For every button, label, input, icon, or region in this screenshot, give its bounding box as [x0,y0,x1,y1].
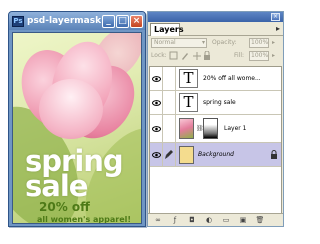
adjustment-layer-icon[interactable]: ◐ [203,215,215,225]
eye-icon [151,151,161,158]
visibility-toggle[interactable] [150,115,163,142]
text-layer-thumbnail: T [179,93,198,112]
lock-label: Lock: [151,52,167,59]
layer-name[interactable]: spring sale [203,91,236,115]
layer-name[interactable]: Background [198,143,234,167]
layer-link-slot[interactable] [163,91,176,114]
blend-options-row: Normal ▾ Opacity: 100% ▸ [148,36,283,49]
visibility-toggle[interactable] [150,67,163,90]
artwork-subline: all women's apparel! [37,215,132,224]
lock-fill-row: Lock: Fill: 100% ▸ [148,49,283,62]
document-window: Ps psd-layermask... _ □ × spring sale 20… [8,11,146,227]
brush-icon[interactable] [163,143,176,166]
trash-icon[interactable]: 🗑 [254,215,266,225]
layer-row-layer-1[interactable]: ⛓ Layer 1 [150,115,281,143]
lock-options-icons[interactable] [169,51,211,61]
artwork-offer: 20% off [39,200,90,214]
layers-panel: × Layers ▸ Normal ▾ Opacity: 100% ▸ Lock… [147,11,284,227]
add-mask-icon[interactable]: ◘ [186,215,198,225]
layer-style-icon[interactable]: ƒ [169,215,181,225]
document-canvas[interactable]: spring sale 20% off all women's apparel! [12,32,142,224]
blend-mode-value: Normal [154,39,176,46]
layer-row-background[interactable]: Background [150,143,281,167]
layer-image-thumbnail[interactable] [179,118,194,139]
layer-name[interactable]: Layer 1 [224,115,246,143]
tab-layers[interactable]: Layers [150,23,184,36]
layer-name[interactable]: 20% off all wome... [203,67,261,91]
layer-row-text-spring-sale[interactable]: T spring sale [150,91,281,115]
fill-slider-arrow-icon[interactable]: ▸ [272,51,275,60]
document-title-bar[interactable]: Ps psd-layermask... _ □ × [9,12,145,30]
photoshop-app-icon: Ps [12,15,24,27]
chevron-down-icon: ▾ [201,39,205,46]
close-button[interactable]: × [130,14,143,28]
panel-close-button[interactable]: × [271,13,280,21]
panel-title-bar[interactable]: × [148,12,283,22]
layers-list: T 20% off all wome... T spring sale ⛓ La… [149,66,282,214]
new-layer-icon[interactable]: ▣ [237,215,249,225]
lock-icon [271,150,277,159]
opacity-slider-arrow-icon[interactable]: ▸ [272,38,275,47]
background-thumbnail [179,146,194,164]
blend-mode-select[interactable]: Normal ▾ [151,38,207,48]
eye-icon [151,99,161,106]
panel-menu-button[interactable]: ▸ [276,24,280,34]
layer-mask-thumbnail[interactable] [203,118,218,139]
visibility-toggle[interactable] [150,143,163,166]
new-group-icon[interactable]: ▭ [220,215,232,225]
layer-row-text-offer[interactable]: T 20% off all wome... [150,67,281,91]
layer-link-slot[interactable] [163,115,176,142]
layer-link-slot[interactable] [163,67,176,90]
maximize-button[interactable]: □ [116,14,129,28]
panel-footer: ∞ ƒ ◘ ◐ ▭ ▣ 🗑 [148,213,283,226]
eye-icon [151,125,161,132]
artwork-headline-sale: sale [25,169,88,203]
opacity-field[interactable]: 100% [249,38,269,48]
opacity-label: Opacity: [212,39,237,46]
minimize-button[interactable]: _ [102,14,115,28]
fill-field[interactable]: 100% [249,51,269,61]
text-layer-thumbnail: T [179,69,198,88]
visibility-toggle[interactable] [150,91,163,114]
document-title: psd-layermask... [27,16,101,26]
eye-icon [151,75,161,82]
panel-tab-row: Layers ▸ [148,22,283,36]
link-layers-icon[interactable]: ∞ [152,215,164,225]
fill-label: Fill: [234,52,245,59]
tulip-petal [39,79,103,139]
